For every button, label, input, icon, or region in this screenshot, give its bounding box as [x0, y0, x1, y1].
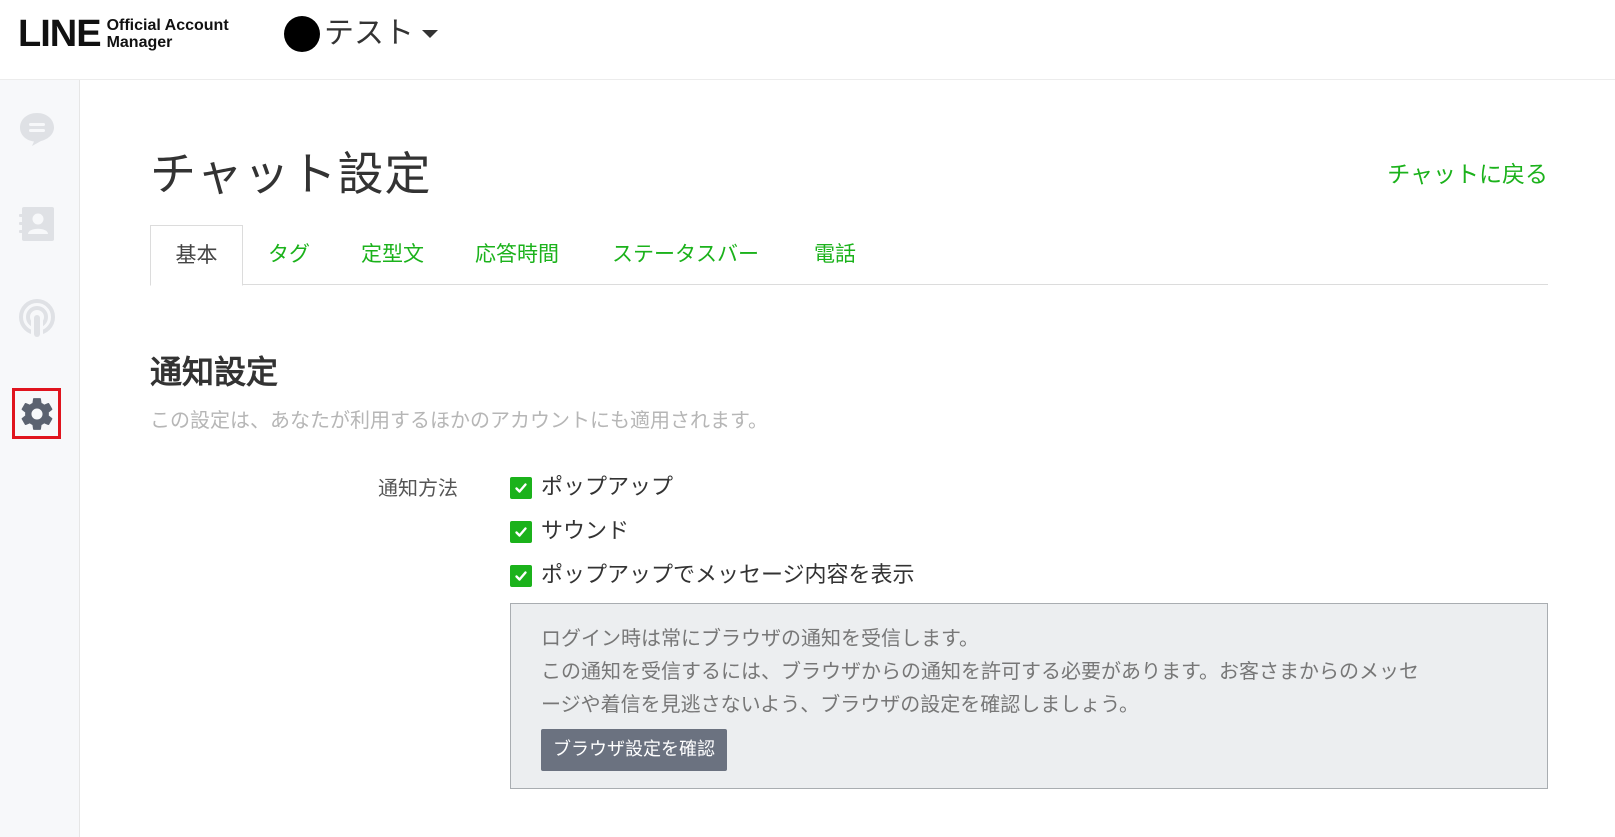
back-to-chat-link[interactable]: チャットに戻る	[1387, 160, 1548, 190]
tab-templates[interactable]: 定型文	[361, 225, 424, 285]
section-description: この設定は、あなたが利用するほかのアカウントにも適用されます。	[150, 408, 768, 432]
popup-label: ポップアップ	[541, 475, 674, 500]
top-bar: LINE Official Account Manager テスト	[0, 0, 1615, 80]
tab-basic[interactable]: 基本	[150, 225, 243, 286]
checkmark-icon	[515, 527, 527, 537]
page-title: チャット設定	[150, 147, 432, 201]
logo-wordmark: LINE	[18, 13, 102, 55]
sound-checkbox[interactable]	[510, 521, 532, 543]
sidebar-item-settings[interactable]	[12, 388, 61, 439]
browser-notification-info: ログイン時は常にブラウザの通知を受信します。 この通知を受信するには、ブラウザか…	[510, 603, 1548, 789]
tab-tags[interactable]: タグ	[268, 225, 310, 285]
checkmark-icon	[515, 571, 527, 581]
option-sound[interactable]: サウンド	[510, 518, 629, 546]
sidebar-item-broadcast[interactable]	[14, 296, 60, 342]
account-name: テスト	[324, 16, 414, 51]
check-browser-settings-button[interactable]: ブラウザ設定を確認	[541, 729, 727, 771]
checkmark-icon	[515, 483, 527, 493]
option-popup[interactable]: ポップアップ	[510, 474, 673, 502]
popup-checkbox[interactable]	[510, 477, 532, 499]
sidebar	[0, 80, 80, 837]
account-switcher[interactable]: テスト	[284, 14, 438, 54]
settings-tabs: 基本 タグ 定型文 応答時間 ステータスバー 電話	[150, 225, 1548, 286]
popup-content-checkbox[interactable]	[510, 565, 532, 587]
info-line-3: ージや着信を見逃さないよう、ブラウザの設定を確認しましょう。	[541, 692, 1139, 716]
sound-label: サウンド	[541, 519, 630, 544]
broadcast-icon	[19, 299, 55, 339]
sidebar-item-contacts[interactable]	[14, 201, 60, 247]
info-line-2: この通知を受信するには、ブラウザからの通知を許可する必要があります。お客さまから…	[541, 659, 1419, 683]
contact-card-icon	[19, 207, 54, 241]
logo-subtitle-line1: Official Account	[106, 17, 229, 34]
popup-content-label: ポップアップでメッセージ内容を表示	[541, 563, 915, 588]
chat-bubble-icon	[20, 113, 54, 146]
logo-subtitle-line2: Manager	[106, 34, 173, 51]
line-logo[interactable]: LINE Official Account Manager	[18, 14, 229, 54]
info-line-1: ログイン時は常にブラウザの通知を受信します。	[541, 626, 979, 650]
notification-method-label: 通知方法	[378, 476, 458, 500]
logo-subtitle: Official Account Manager	[107, 17, 229, 51]
tab-response-hours[interactable]: 応答時間	[475, 225, 559, 285]
chevron-down-icon	[422, 30, 438, 38]
tab-status-bar[interactable]: ステータスバー	[612, 225, 759, 285]
option-popup-content[interactable]: ポップアップでメッセージ内容を表示	[510, 562, 915, 590]
section-title: 通知設定	[150, 353, 279, 391]
account-avatar	[284, 16, 320, 52]
gear-icon	[21, 397, 52, 430]
tab-phone[interactable]: 電話	[814, 225, 856, 285]
sidebar-item-chat[interactable]	[14, 106, 60, 152]
